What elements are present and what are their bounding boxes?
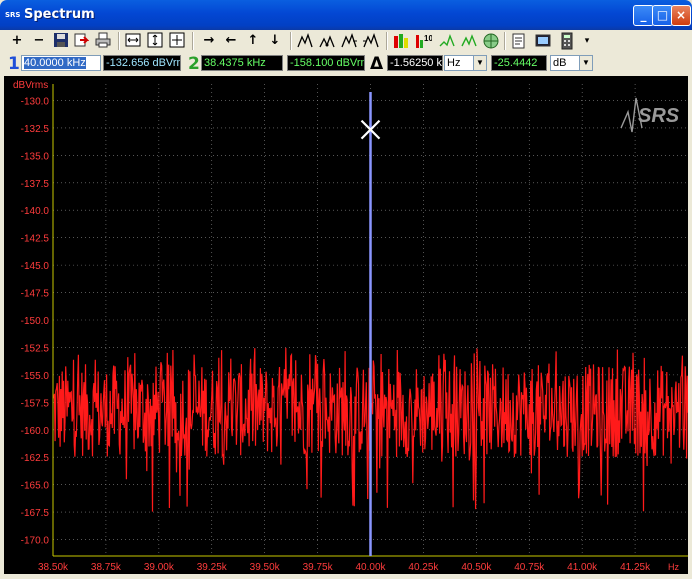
y-tick-label: -155.0 bbox=[21, 371, 50, 382]
y-tick-label: -135.0 bbox=[21, 151, 50, 162]
title-bar[interactable]: SRS Spectrum _ □ × bbox=[0, 0, 692, 30]
harmonics-icon[interactable]: 10 bbox=[414, 32, 433, 50]
x-axis-tick-labels: 38.50k 38.75k 39.00k 39.25k 39.50k 39.75k 40.0… bbox=[38, 562, 651, 573]
zoom-out-icon[interactable]: − bbox=[30, 32, 48, 50]
toolbar-separator bbox=[118, 32, 120, 50]
x-tick-label: 39.00k bbox=[144, 562, 175, 573]
export-icon[interactable] bbox=[72, 32, 90, 50]
cursor-peak-left-icon[interactable] bbox=[362, 32, 380, 50]
chevron-down-icon[interactable]: ▼ bbox=[473, 55, 487, 71]
cursor-find-max-icon[interactable] bbox=[296, 32, 314, 50]
x-tick-label: 39.25k bbox=[197, 562, 228, 573]
cursor2-y-value: -158.100 dBVrm bbox=[287, 55, 365, 71]
y-tick-label: -165.0 bbox=[21, 481, 50, 492]
x-tick-label: 39.75k bbox=[303, 562, 334, 573]
save-icon[interactable] bbox=[52, 32, 70, 50]
marker-up-icon[interactable] bbox=[438, 32, 456, 50]
y-tick-label: -130.0 bbox=[21, 96, 50, 107]
y-axis-tick-labels: -130.0 -132.5 -135.0 -137.5 -140.0 -142.5 -145… bbox=[21, 96, 50, 546]
x-tick-label: 38.75k bbox=[91, 562, 122, 573]
fit-vertical-icon[interactable] bbox=[146, 32, 164, 50]
cursor-find-min-icon[interactable] bbox=[318, 32, 336, 50]
x-tick-label: 38.50k bbox=[38, 562, 69, 573]
watermark-text: SRS bbox=[638, 105, 680, 127]
y-tick-label: -142.5 bbox=[21, 234, 50, 245]
marker-down-icon[interactable] bbox=[460, 32, 478, 50]
y-tick-label: -137.5 bbox=[21, 179, 50, 190]
cursor1-y-value: -132.656 dBVrm bbox=[103, 55, 181, 71]
x-tick-label: 40.50k bbox=[461, 562, 492, 573]
delta-x-value: -1.56250 k bbox=[387, 55, 443, 71]
calculator-icon[interactable] bbox=[558, 32, 576, 50]
x-tick-label: 40.00k bbox=[355, 562, 386, 573]
toolbar-separator bbox=[192, 32, 194, 50]
y-tick-label: -140.0 bbox=[21, 206, 50, 217]
srs-watermark: SRS bbox=[620, 97, 680, 133]
delta-label: Δ bbox=[370, 54, 384, 74]
pan-up-icon[interactable]: ↑ bbox=[244, 32, 262, 50]
y-tick-label: -147.5 bbox=[21, 289, 50, 300]
x-tick-label: 40.25k bbox=[408, 562, 439, 573]
cursor1-label: 1 bbox=[8, 54, 20, 74]
y-tick-label: -160.0 bbox=[21, 426, 50, 437]
y-axis-unit-label: dBVrms bbox=[13, 80, 48, 91]
print-icon[interactable] bbox=[94, 32, 112, 50]
pan-down-icon[interactable]: ↓ bbox=[266, 32, 284, 50]
cursor1-x-value: 40.0000 kHz bbox=[24, 57, 86, 69]
y-tick-label: -162.5 bbox=[21, 453, 50, 464]
chevron-down-icon[interactable]: ▼ bbox=[579, 55, 593, 71]
delta-x-unit-select[interactable]: Hz bbox=[444, 55, 474, 71]
cursor2-label: 2 bbox=[188, 54, 200, 74]
pan-left-icon[interactable]: ← bbox=[222, 32, 240, 50]
pan-right-icon[interactable]: → bbox=[200, 32, 218, 50]
toolbar-separator bbox=[290, 32, 292, 50]
toolbar-separator bbox=[386, 32, 388, 50]
zoom-in-icon[interactable]: + bbox=[8, 32, 26, 50]
x-tick-label: 41.00k bbox=[567, 562, 598, 573]
app-logo-icon: SRS bbox=[5, 11, 21, 19]
maximize-button[interactable]: □ bbox=[652, 5, 673, 26]
dropdown-icon[interactable]: ▾ bbox=[578, 32, 596, 50]
close-button[interactable]: × bbox=[671, 5, 691, 26]
delta-y-value: -25.4442 bbox=[491, 55, 547, 71]
y-tick-label: -132.5 bbox=[21, 124, 50, 135]
fit-horizontal-icon[interactable] bbox=[124, 32, 142, 50]
svg-text:10: 10 bbox=[424, 34, 432, 43]
fit-all-icon[interactable] bbox=[168, 32, 186, 50]
delta-y-unit-select[interactable]: dB bbox=[550, 55, 580, 71]
target-icon[interactable] bbox=[482, 32, 500, 50]
x-tick-label: 41.25k bbox=[620, 562, 651, 573]
bar-chart-icon[interactable] bbox=[392, 32, 410, 50]
x-axis-unit-label: Hz bbox=[668, 562, 679, 572]
cursor1-x-field[interactable]: 40.0000 kHz bbox=[21, 55, 101, 71]
cursor2-x-field[interactable]: 38.4375 kHz bbox=[201, 55, 283, 71]
toolbar-separator bbox=[504, 32, 506, 50]
minimize-button[interactable]: _ bbox=[633, 5, 654, 26]
y-tick-label: -152.5 bbox=[21, 343, 50, 354]
toolbar: + − → ← ↑ ↓ 10 ▾ bbox=[4, 30, 688, 52]
x-tick-label: 40.75k bbox=[514, 562, 545, 573]
spectrum-plot[interactable]: -130.0 -132.5 -135.0 -137.5 -140.0 -142.5 -145… bbox=[4, 76, 689, 574]
window-title: Spectrum bbox=[24, 7, 95, 22]
notes-icon[interactable] bbox=[510, 32, 528, 50]
y-tick-label: -170.0 bbox=[21, 536, 50, 547]
y-tick-label: -167.5 bbox=[21, 508, 50, 519]
y-tick-label: -145.0 bbox=[21, 261, 50, 272]
y-tick-label: -157.5 bbox=[21, 398, 50, 409]
x-tick-label: 39.50k bbox=[250, 562, 281, 573]
display-icon[interactable] bbox=[534, 32, 552, 50]
cursor-readout-bar: 1 40.0000 kHz -132.656 dBVrm 2 38.4375 k… bbox=[4, 53, 688, 75]
y-tick-label: -150.0 bbox=[21, 316, 50, 327]
cursor-peak-right-icon[interactable] bbox=[340, 32, 358, 50]
spectrum-chart[interactable]: -130.0 -132.5 -135.0 -137.5 -140.0 -142.5 -145… bbox=[4, 76, 689, 574]
